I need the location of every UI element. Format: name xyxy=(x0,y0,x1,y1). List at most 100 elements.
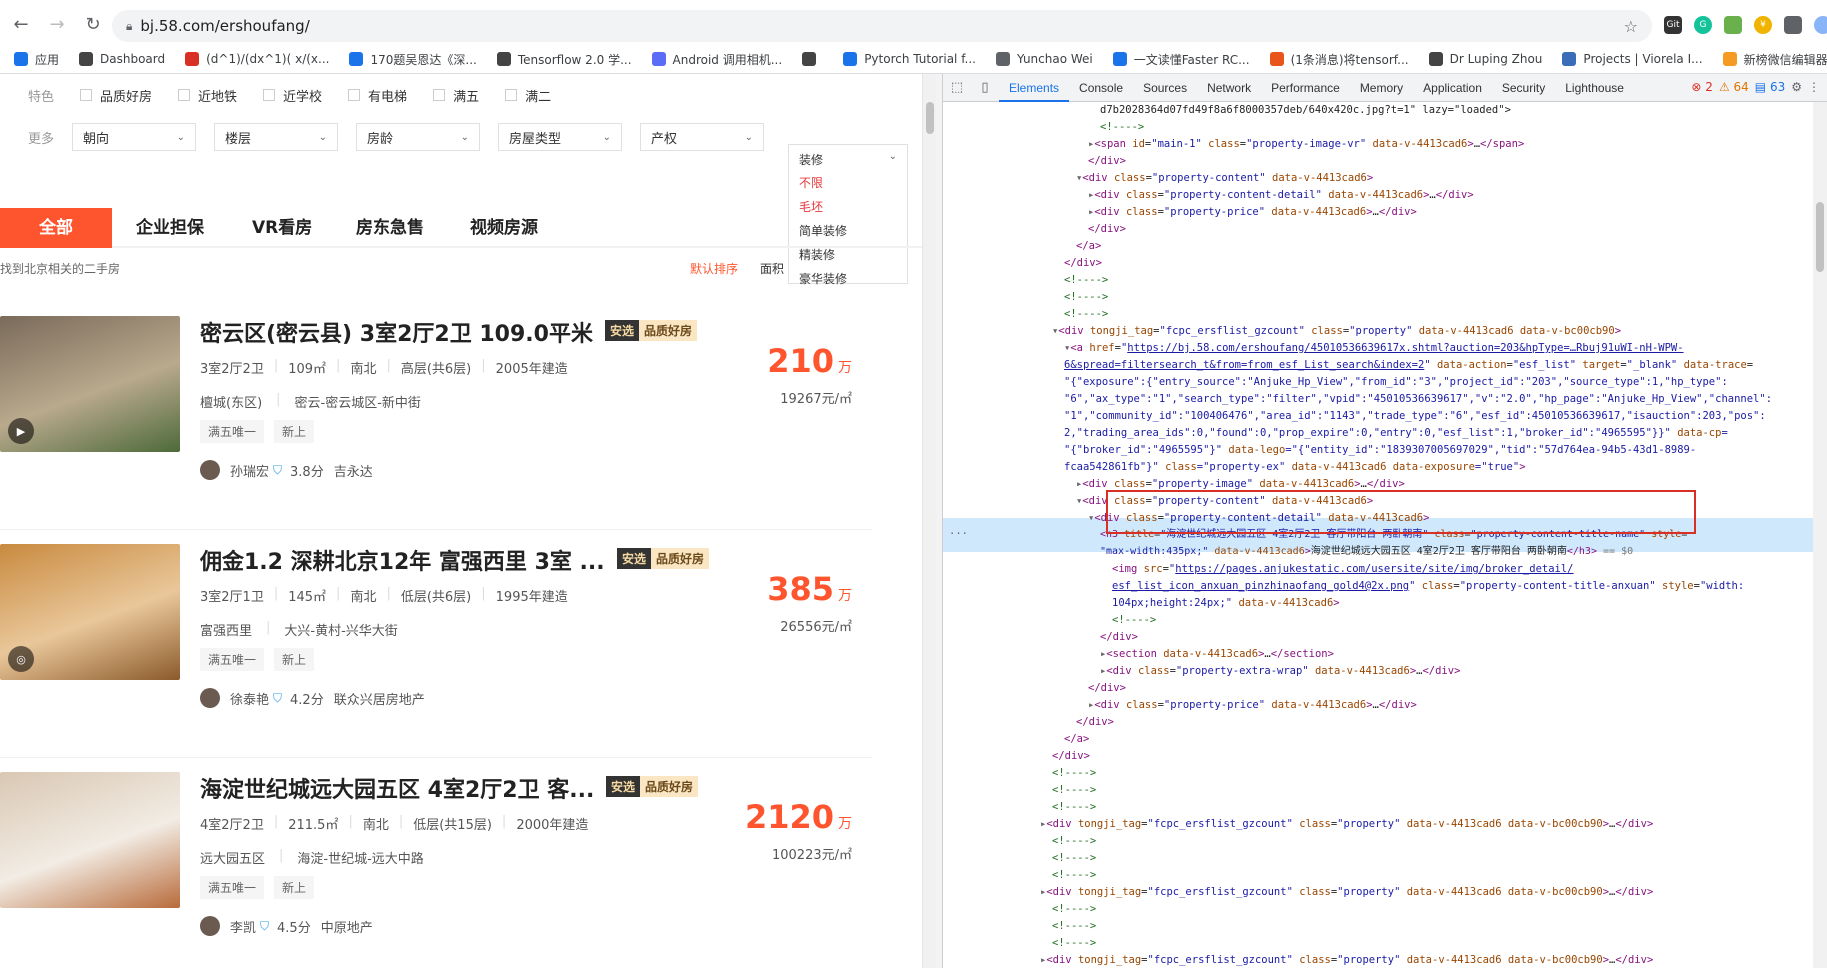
broker-name[interactable]: 孙瑞宏 xyxy=(230,461,269,480)
dom-line[interactable]: ▾<div tongji_tag="fcpc_ersflist_gzcount"… xyxy=(1052,323,1621,340)
bookmark-star-icon[interactable]: ☆ xyxy=(1624,17,1638,36)
checkbox-box[interactable] xyxy=(433,89,446,101)
listing-title[interactable]: 海淀世纪城远大园五区 4室2厅2卫 客... xyxy=(200,772,594,804)
bookmark-item[interactable]: 新榜微信编辑器—... xyxy=(1722,51,1827,68)
broker-avatar[interactable] xyxy=(200,460,220,480)
listing-card[interactable]: ◎ 佣金1.2 深耕北京12年 富强西里 3室 ... 安选 品质好房 3室2厅1卫 | 1… xyxy=(0,530,872,758)
community-link[interactable]: 远大园五区 xyxy=(200,848,265,867)
feature-checkbox[interactable]: 有电梯 xyxy=(348,86,407,105)
default-sort-button[interactable]: 默认排序 xyxy=(690,260,738,277)
dom-line[interactable]: ▾<a href="https://bj.58.com/ershoufang/4… xyxy=(1064,340,1684,357)
dom-line[interactable]: ▸<span id="main-1" class="property-image… xyxy=(1088,136,1524,153)
feature-checkbox[interactable]: 品质好房 xyxy=(80,86,152,105)
bookmark-item[interactable]: Tensorflow 2.0 学... xyxy=(496,51,632,68)
checkbox-box[interactable] xyxy=(505,89,518,101)
lock-icon[interactable]: 🔒︎ xyxy=(126,19,132,34)
forward-icon[interactable]: → xyxy=(42,9,72,39)
broker-info[interactable]: 徐泰艳 ⛉ 4.2分 联众兴居房地产 xyxy=(200,688,425,708)
dom-line[interactable]: ▸<div class="property-price" data-v-4413… xyxy=(1088,697,1417,714)
dom-line[interactable]: ▸<div tongji_tag="fcpc_ersflist_gzcount"… xyxy=(1040,884,1653,901)
dom-line[interactable]: ▸<div class="property-price" data-v-4413… xyxy=(1088,204,1417,221)
inspect-element-icon[interactable]: ⬚ xyxy=(943,74,971,102)
vr-icon[interactable]: ◎ xyxy=(8,646,34,672)
devtools-tab[interactable]: Security xyxy=(1492,74,1555,102)
checkbox-box[interactable] xyxy=(80,89,92,101)
extension-gitzip-icon[interactable]: Git xyxy=(1664,16,1682,34)
dom-line[interactable]: ▸<div class="property-content-detail" da… xyxy=(1088,187,1474,204)
tab-listing[interactable]: 房东急售 xyxy=(356,208,424,248)
decoration-option[interactable]: 不限 xyxy=(799,171,897,195)
filter-dropdown[interactable]: 楼层 ⌄ xyxy=(214,123,338,151)
info-count-icon[interactable]: ▤ 63 xyxy=(1755,80,1785,94)
broker-name[interactable]: 李凯 xyxy=(230,917,256,936)
error-count-icon[interactable]: ⊗ 2 xyxy=(1691,80,1713,94)
dom-line[interactable]: <img src="https://pages.anjukestatic.com… xyxy=(1112,561,1574,578)
listing-title[interactable]: 佣金1.2 深耕北京12年 富强西里 3室 ... xyxy=(200,544,605,576)
community-link[interactable]: 富强西里 xyxy=(200,620,252,639)
listing-card[interactable]: ▶ 密云区(密云县) 3室2厅2卫 109.0平米 安选 品质好房 3室2厅2卫 | 109… xyxy=(0,302,872,530)
bookmark-item[interactable]: 应用 xyxy=(14,51,59,68)
filter-dropdown[interactable]: 房屋类型 ⌄ xyxy=(498,123,622,151)
tab-listing[interactable]: VR看房 xyxy=(252,208,312,248)
tab-listing[interactable]: 企业担保 xyxy=(136,208,204,248)
filter-dropdown[interactable]: 房龄 ⌄ xyxy=(356,123,480,151)
extension-coin-icon[interactable]: ¥ xyxy=(1754,16,1772,34)
console-status[interactable]: ⊗ 2 ⚠ 64 ▤ 63 ⚙ ⋮ xyxy=(1691,80,1820,94)
filter-dropdown[interactable]: 朝向 ⌄ xyxy=(72,123,196,151)
bookmark-item[interactable]: Dashboard xyxy=(79,52,165,66)
listing-title[interactable]: 密云区(密云县) 3室2厅2卫 109.0平米 xyxy=(200,316,593,348)
community-link[interactable]: 檀城(东区) xyxy=(200,392,262,411)
bookmark-item[interactable]: (1条消息)将tensorf... xyxy=(1269,51,1409,68)
dom-line[interactable]: ▸<section data-v-4413cad6>…</section> xyxy=(1100,646,1334,663)
listing-photo[interactable]: ▶ xyxy=(0,316,180,452)
decoration-option[interactable]: 豪华装修 xyxy=(799,267,897,291)
row-menu-icon[interactable]: ··· xyxy=(949,526,968,543)
play-icon[interactable]: ▶ xyxy=(8,418,34,444)
dom-line[interactable]: ▸<div tongji_tag="fcpc_ersflist_gzcount"… xyxy=(1040,816,1653,833)
bookmark-item[interactable]: Android 调用相机... xyxy=(651,51,782,68)
broker-name[interactable]: 徐泰艳 xyxy=(230,689,269,708)
devtools-tab[interactable]: Sources xyxy=(1133,74,1197,102)
devtools-tab[interactable]: Network xyxy=(1197,74,1261,102)
tab-listing[interactable]: 视频房源 xyxy=(470,208,538,248)
feature-checkbox[interactable]: 满二 xyxy=(505,86,551,105)
back-icon[interactable]: ← xyxy=(6,9,36,39)
filter-dropdown[interactable]: 产权 ⌄ xyxy=(640,123,764,151)
broker-avatar[interactable] xyxy=(200,688,220,708)
dom-line[interactable]: "max-width:435px;" data-v-4413cad6>海淀世纪城… xyxy=(1100,543,1633,560)
bookmark-item[interactable]: 170题吴恩达《深... xyxy=(349,51,477,68)
devtools-tab[interactable]: Performance xyxy=(1261,74,1350,102)
devtools-scrollbar[interactable] xyxy=(1813,102,1827,968)
bookmark-item[interactable]: Dr Luping Zhou xyxy=(1428,52,1542,66)
bookmark-item[interactable]: Pytorch Tutorial f... xyxy=(843,52,976,66)
settings-gear-icon[interactable]: ⚙ xyxy=(1791,80,1802,94)
bookmark-item[interactable]: (d^1)/(dx^1)( x/(x... xyxy=(185,52,329,66)
dom-line[interactable]: ▾<div class="property-content" data-v-44… xyxy=(1076,170,1373,187)
bookmark-item[interactable] xyxy=(802,52,823,66)
dom-line[interactable]: ▸<div tongji_tag="fcpc_ersflist_gzcount"… xyxy=(1040,952,1653,968)
checkbox-box[interactable] xyxy=(348,89,361,101)
extension-puzzle-icon[interactable] xyxy=(1784,16,1802,34)
feature-checkbox[interactable]: 近地铁 xyxy=(178,86,237,105)
decoration-header[interactable]: 装修 xyxy=(799,151,823,171)
listing-photo[interactable] xyxy=(0,772,180,908)
broker-avatar[interactable] xyxy=(200,916,220,936)
dom-line[interactable]: ▸<div class="property-extra-wrap" data-v… xyxy=(1100,663,1460,680)
devtools-tab[interactable]: Application xyxy=(1413,74,1492,102)
tab-listing[interactable]: 全部 xyxy=(0,208,112,248)
chevron-down-icon[interactable]: ⌄ xyxy=(889,151,897,171)
broker-info[interactable]: 李凯 ⛉ 4.5分 中原地产 xyxy=(200,916,373,936)
devtools-tab[interactable]: Elements xyxy=(999,74,1070,102)
checkbox-box[interactable] xyxy=(263,89,276,101)
page-scrollbar[interactable] xyxy=(922,74,936,968)
more-menu-icon[interactable]: ⋮ xyxy=(1808,80,1820,94)
broker-info[interactable]: 孙瑞宏 ⛉ 3.8分 吉永达 xyxy=(200,460,373,480)
extension-android-icon[interactable] xyxy=(1724,16,1742,34)
url-text[interactable]: bj.58.com/ershoufang/ xyxy=(140,17,309,35)
bookmark-item[interactable]: 一文读懂Faster RC... xyxy=(1112,51,1250,68)
bookmark-item[interactable]: Yunchao Wei xyxy=(995,52,1093,66)
feature-checkbox[interactable]: 近学校 xyxy=(263,86,322,105)
warning-count-icon[interactable]: ⚠ 64 xyxy=(1719,80,1749,94)
device-toolbar-icon[interactable]: ▯ xyxy=(971,74,999,102)
extension-grammarly-icon[interactable]: G xyxy=(1694,16,1712,34)
